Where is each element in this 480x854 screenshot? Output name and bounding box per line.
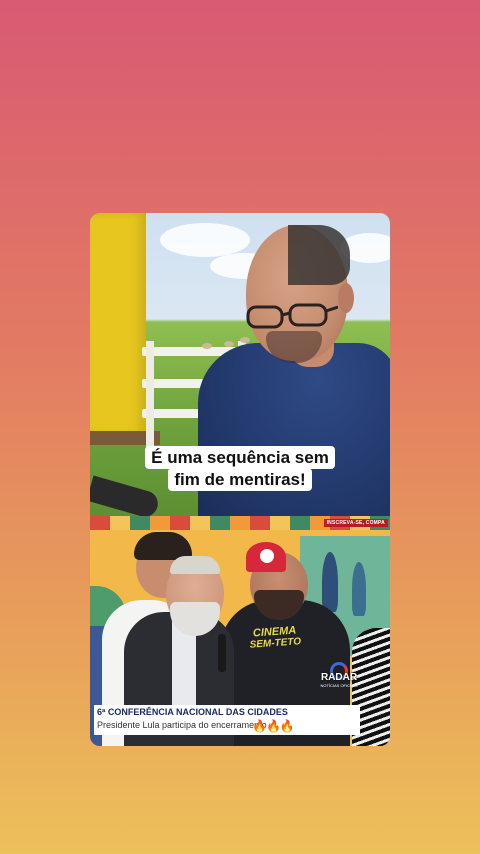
man-hair: [288, 225, 350, 285]
channel-logo-subtext: NOTÍCIAS OFICIAIS: [320, 683, 358, 688]
lower-third: 6ª CONFERÊNCIA NACIONAL DAS CIDADES Pres…: [94, 705, 360, 735]
fence-post: [146, 341, 154, 461]
caption-line-2: fim de mentiras!: [168, 468, 312, 491]
sheep: [224, 341, 234, 347]
figure-decor: [322, 552, 338, 612]
shirt-print: CINEMA SEM-TETO: [239, 624, 311, 653]
channel-logo: RADAR NOTÍCIAS OFICIAIS: [320, 662, 358, 692]
caption-line-1: É uma sequência sem: [145, 446, 335, 469]
sheep: [240, 337, 250, 343]
glasses: [246, 303, 338, 329]
channel-logo-text: RADAR: [320, 672, 358, 683]
video-card[interactable]: É uma sequência sem fim de mentiras! CIN…: [90, 213, 390, 746]
subscribe-tag: INSCREVA-SE, COMPA: [323, 519, 388, 527]
cloud: [160, 223, 250, 257]
speaker-hair: [170, 556, 220, 574]
microphone: [218, 634, 226, 672]
fire-emojis: 🔥🔥🔥: [252, 719, 295, 733]
cap-logo: [260, 549, 274, 563]
lower-third-title: 6ª CONFERÊNCIA NACIONAL DAS CIDADES: [97, 707, 288, 717]
top-video-frame: É uma sequência sem fim de mentiras!: [90, 213, 390, 516]
video-caption: É uma sequência sem fim de mentiras!: [140, 446, 340, 491]
lower-third-subtitle: Presidente Lula participa do encerrament…: [97, 720, 267, 730]
yellow-wall: [90, 213, 146, 435]
sheep: [202, 343, 212, 349]
figure-decor: [352, 562, 366, 616]
bottom-video-frame: CINEMA SEM-TETO INSCREVA-SE, COMPA RADAR…: [90, 516, 390, 746]
man-ear: [338, 283, 354, 313]
